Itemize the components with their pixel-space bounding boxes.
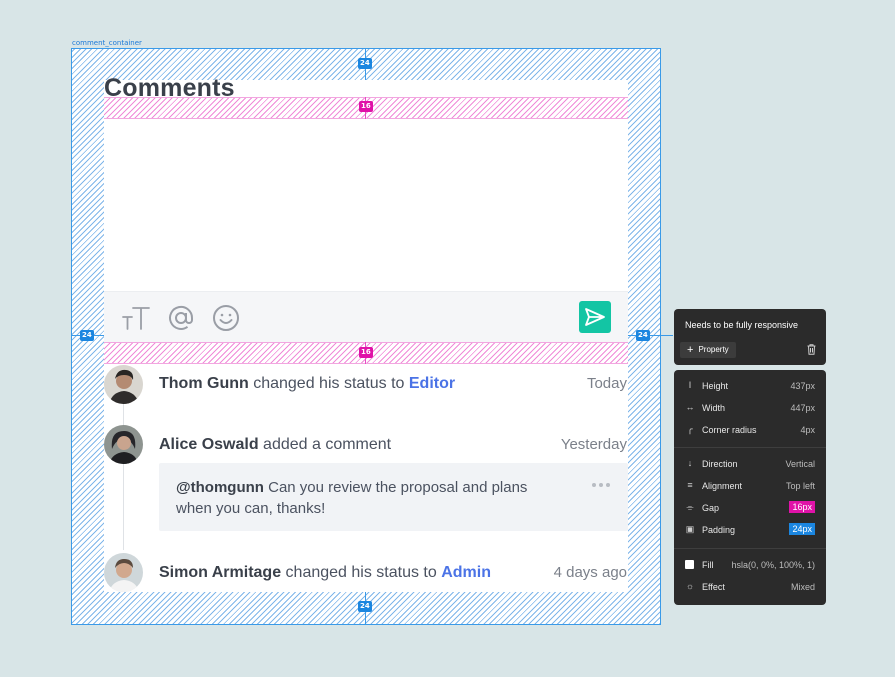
send-button[interactable] [579,301,611,333]
width-icon: ↔ [685,402,695,412]
property-value: 447px [790,403,815,413]
property-label: Effect [702,582,725,592]
property-value: 4px [800,425,815,435]
padding-icon: ▣ [685,524,695,534]
more-options-icon[interactable] [592,483,610,487]
avatar-simon-armitage[interactable] [104,553,143,592]
role-link[interactable]: Editor [409,375,455,392]
activity-action: added a comment [258,436,392,453]
property-direction[interactable]: ↓ Direction Vertical [674,456,826,472]
trash-icon[interactable] [807,344,816,355]
gap-badge-bottom: 16 [359,347,373,358]
activity-timeline-line [123,400,124,550]
divider [674,548,826,549]
at-sign-icon[interactable] [165,302,197,334]
gap-icon: ⌯ [686,502,694,512]
comment-bubble: @thomgunn Can you review the proposal an… [159,463,628,531]
property-value: 437px [790,381,815,391]
property-height[interactable]: I Height 437px [674,378,826,394]
align-left-icon: ≡ [687,480,693,490]
activity-entry-1: Thom Gunn changed his status to Editor [159,375,455,393]
property-label: Gap [702,503,720,513]
padding-badge-top: 24 [358,58,372,69]
editor-toolbar [104,291,628,342]
property-width[interactable]: ↔ Width 447px [674,400,826,416]
property-label: Fill [702,560,714,570]
timestamp: 4 days ago [553,564,627,581]
property-value: Mixed [790,582,815,592]
avatar-alice-oswald[interactable] [104,425,143,464]
plus-icon: + [687,344,694,356]
property-label: Alignment [702,481,743,491]
property-value: hsla(0, 0%, 100%, 1) [731,560,815,570]
property-value: 16px [789,501,815,513]
annotation-tooltip: Needs to be fully responsive + Property [674,309,826,365]
height-icon: I [688,380,692,390]
timestamp: Yesterday [560,436,627,453]
padding-badge-right: 24 [636,330,650,341]
send-icon [585,308,605,326]
property-value: Vertical [785,459,815,469]
user-name[interactable]: Alice Oswald [159,436,259,453]
sun-icon: ☼ [685,581,695,591]
property-label: Padding [702,525,736,535]
arrow-down-icon: ↓ [687,458,693,468]
properties-panel: I Height 437px ↔ Width 447px ╭ Corner ra… [674,370,826,605]
role-link[interactable]: Admin [441,564,491,581]
container-label: comment_container [72,39,142,47]
property-value: Top left [785,481,815,491]
text-format-icon[interactable] [120,302,152,334]
corner-radius-icon: ╭ [687,424,693,434]
property-label: Height [702,381,729,391]
activity-action: changed his status to [248,375,409,392]
comment-text: @thomgunn Can you review the proposal an… [176,477,556,519]
gap-badge-top: 16 [359,101,373,112]
activity-entry-3: Simon Armitage changed his status to Adm… [159,564,491,582]
activity-action: changed his status to [281,564,442,581]
property-label: Direction [702,459,738,469]
mention-link[interactable]: @thomgunn [176,479,264,496]
property-label: Width [702,403,726,413]
add-property-label: Property [698,345,729,354]
padding-badge-bottom: 24 [358,601,372,612]
property-padding[interactable]: ▣ Padding 24px [674,522,826,538]
property-label: Corner radius [702,425,757,435]
avatar-thom-gunn[interactable] [104,365,143,404]
user-name[interactable]: Thom Gunn [159,375,249,392]
user-name[interactable]: Simon Armitage [159,564,281,581]
property-gap[interactable]: ⌯ Gap 16px [674,500,826,516]
activity-entry-2: Alice Oswald added a comment [159,436,391,454]
divider [674,447,826,448]
tooltip-message: Needs to be fully responsive [685,320,799,330]
fill-swatch[interactable] [685,560,694,569]
padding-badge-left: 24 [80,330,94,341]
property-alignment[interactable]: ≡ Alignment Top left [674,478,826,494]
smiley-icon[interactable] [210,302,242,334]
timestamp: Today [586,375,627,392]
add-property-button[interactable]: + Property [680,342,736,358]
property-fill[interactable]: Fill hsla(0, 0%, 100%, 1) [674,557,826,573]
property-value: 24px [789,523,815,535]
property-effect[interactable]: ☼ Effect Mixed [674,579,826,595]
property-corner-radius[interactable]: ╭ Corner radius 4px [674,422,826,438]
padding-guide-right [628,335,673,336]
